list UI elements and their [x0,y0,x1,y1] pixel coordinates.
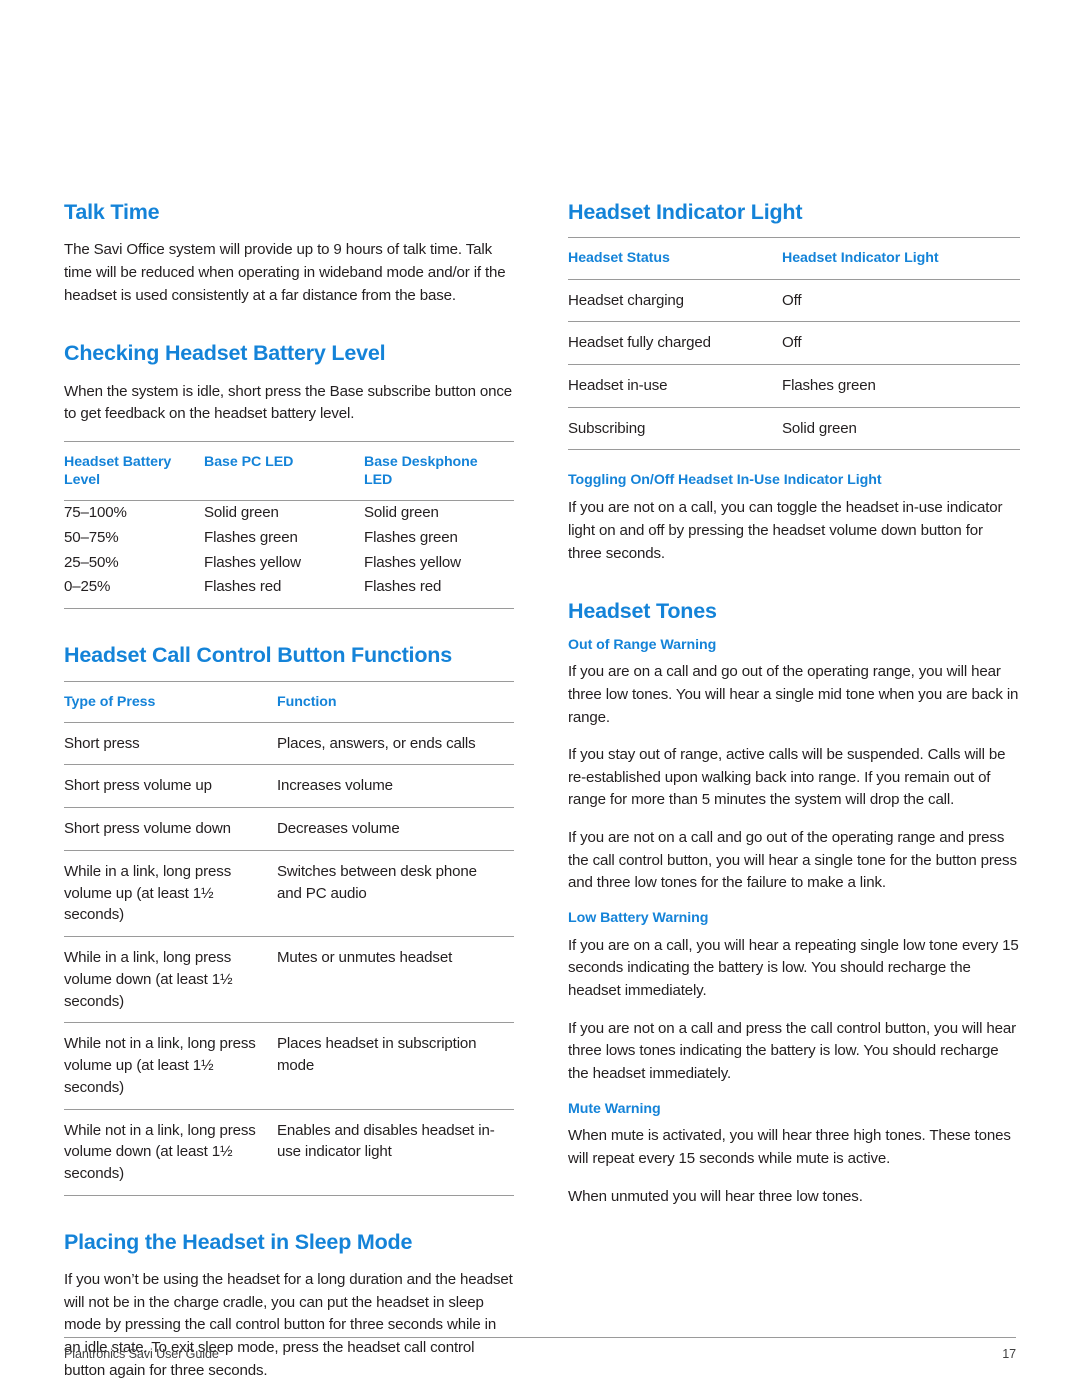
section-heading-sleep-mode: Placing the Headset in Sleep Mode [64,1229,413,1254]
cell-battery-range: 0–25% [64,578,111,596]
subheading-out-of-range-warning: Out of Range Warning [568,636,717,653]
table-row: 25–50% Flashes yellow Flashes yellow [64,551,514,576]
footer-page-number: 17 [1002,1347,1016,1361]
cell-type-of-press: While not in a link, long press volume u… [64,1022,277,1110]
table-row: 0–25% Flashes red Flashes red [64,575,514,608]
table-row: While in a link, long press volume down … [64,936,514,1024]
column-header-function: Function [277,680,514,723]
cell-function: Mutes or unmutes headset [277,936,514,1024]
sleep-mode-paragraph: If you won’t be using the headset for a … [64,1271,513,1379]
table-row: 75–100% Solid green Solid green [64,501,514,526]
cell-indicator-light: Solid green [782,407,1020,451]
footer-guide-title: Plantronics Savi User Guide [64,1347,219,1361]
column-header-type-of-press: Type of Press [64,680,277,723]
table-row: Short press volume up Increases volume [64,764,514,809]
headset-indicator-light-table: Headset Status Headset Indicator Light H… [568,237,1020,451]
battery-level-paragraph: When the system is idle, short press the… [64,382,513,423]
column-header-base-deskphone-led: Base Deskphone LED [364,440,514,502]
table-header-row: Headset Status Headset Indicator Light [568,237,1020,280]
cell-base-deskphone-led: Flashes red [364,578,442,596]
section-heading-headset-indicator-light: Headset Indicator Light [568,200,803,224]
section-heading-checking-battery-level: Checking Headset Battery Level [64,341,386,366]
cell-type-of-press: Short press volume up [64,764,277,809]
cell-type-of-press: While in a link, long press volume down … [64,936,277,1024]
table-row: Headset charging Off [568,279,1020,323]
cell-type-of-press: While in a link, long press volume up (a… [64,850,277,938]
cell-function: Places, answers, or ends calls [277,722,514,766]
table-row: While in a link, long press volume up (a… [64,850,514,938]
mute-warning-paragraph-1: When mute is activated, you will hear th… [568,1127,1011,1167]
document-page: Talk Time The Savi Office system will pr… [0,0,1080,1397]
toggling-paragraph: If you are not on a call, you can toggle… [568,499,1003,562]
section-heading-call-control-functions: Headset Call Control Button Functions [64,643,452,668]
low-battery-paragraph-2: If you are not on a call and press the c… [568,1019,1016,1082]
table-row: While not in a link, long press volume d… [64,1109,514,1196]
left-column: Talk Time The Savi Office system will pr… [64,200,514,1382]
low-battery-paragraph-1: If you are on a call, you will hear a re… [568,936,1019,1000]
cell-base-pc-led: Flashes red [204,578,282,596]
cell-indicator-light: Off [782,279,1020,323]
cell-base-pc-led: Flashes green [204,529,298,546]
subheading-toggling-in-use-indicator: Toggling On/Off Headset In-Use Indicator… [568,472,882,489]
subheading-low-battery-warning: Low Battery Warning [568,910,709,927]
table-row: 50–75% Flashes green Flashes green [64,526,514,551]
column-header-headset-status: Headset Status [568,237,782,280]
subheading-mute-warning: Mute Warning [568,1100,661,1117]
out-of-range-paragraph-3: If you are not on a call and go out of t… [568,829,1017,892]
out-of-range-paragraph-2: If you stay out of range, active calls w… [568,746,1006,809]
cell-function: Switches between desk phone and PC audio [277,850,514,938]
cell-battery-range: 75–100% [64,504,127,522]
cell-base-deskphone-led: Flashes green [364,529,458,546]
cell-base-pc-led: Flashes yellow [204,553,301,571]
cell-function: Places headset in subscription mode [277,1022,514,1110]
cell-indicator-light: Off [782,321,1020,365]
cell-type-of-press: While not in a link, long press volume d… [64,1109,277,1196]
table-row: While not in a link, long press volume u… [64,1022,514,1110]
column-header-base-pc-led: Base PC LED [204,440,364,502]
cell-battery-range: 50–75% [64,529,119,546]
cell-function: Increases volume [277,764,514,809]
section-heading-headset-tones: Headset Tones [568,599,717,624]
column-header-headset-indicator-light: Headset Indicator Light [782,237,1020,280]
cell-type-of-press: Short press volume down [64,807,277,851]
cell-headset-status: Headset fully charged [568,321,782,365]
cell-type-of-press: Short press [64,722,277,766]
talk-time-paragraph: The Savi Office system will provide up t… [64,241,506,304]
cell-function: Enables and disables headset in-use indi… [277,1109,514,1196]
page-footer: Plantronics Savi User Guide 17 [64,1337,1016,1361]
cell-base-deskphone-led: Solid green [364,504,439,522]
cell-indicator-light: Flashes green [782,364,1020,408]
battery-level-table: Headset Battery Level Base PC LED Base D… [64,440,514,610]
right-column: Headset Indicator Light Headset Status H… [568,200,1020,1382]
table-row: Short press volume down Decreases volume [64,807,514,851]
table-header-row: Headset Battery Level Base PC LED Base D… [64,440,514,502]
table-row: Subscribing Solid green [568,407,1020,451]
out-of-range-paragraph-1: If you are on a call and go out of the o… [568,663,1019,726]
cell-headset-status: Subscribing [568,407,782,451]
cell-base-deskphone-led: Flashes yellow [364,553,461,571]
mute-warning-paragraph-2: When unmuted you will hear three low ton… [568,1187,863,1205]
table-row: Headset fully charged Off [568,321,1020,365]
call-control-functions-table: Type of Press Function Short press Place… [64,680,514,1196]
cell-battery-range: 25–50% [64,553,119,571]
column-header-headset-battery-level: Headset Battery Level [64,440,204,502]
section-heading-talk-time: Talk Time [64,200,160,224]
table-row: Headset in-use Flashes green [568,364,1020,408]
table-row: Short press Places, answers, or ends cal… [64,722,514,766]
table-header-row: Type of Press Function [64,680,514,723]
cell-headset-status: Headset charging [568,279,782,323]
cell-function: Decreases volume [277,807,514,851]
cell-headset-status: Headset in-use [568,364,782,408]
cell-base-pc-led: Solid green [204,504,279,522]
page-columns: Talk Time The Savi Office system will pr… [64,200,1020,1382]
